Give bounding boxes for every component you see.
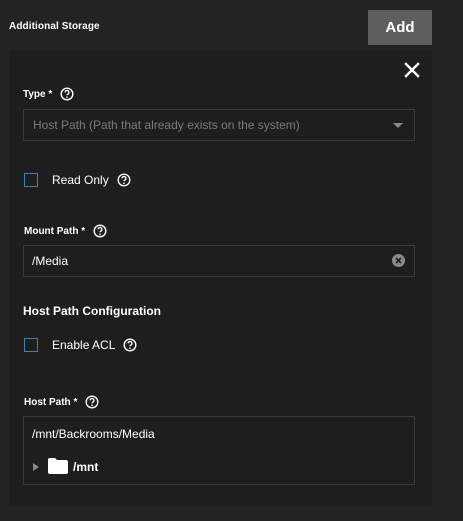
folder-icon xyxy=(48,458,68,474)
close-icon[interactable] xyxy=(404,62,420,78)
storage-item-card: Type * Host Path (Path that already exis… xyxy=(9,51,432,506)
host-path-value: /mnt/Backrooms/Media xyxy=(32,427,155,441)
add-button[interactable]: Add xyxy=(368,10,432,45)
type-label-text: Type * xyxy=(23,88,53,100)
host-path-input[interactable]: /mnt/Backrooms/Media xyxy=(23,416,415,450)
mount-path-label-text: Mount Path * xyxy=(24,225,86,237)
help-icon[interactable] xyxy=(93,224,107,238)
expand-arrow-icon[interactable] xyxy=(33,463,39,471)
read-only-label: Read Only xyxy=(52,173,109,187)
read-only-checkbox[interactable] xyxy=(24,173,38,187)
host-path-config-heading: Host Path Configuration xyxy=(23,304,161,318)
enable-acl-checkbox[interactable] xyxy=(24,338,38,352)
type-select-value: Host Path (Path that already exists on t… xyxy=(33,118,300,132)
help-icon[interactable] xyxy=(117,173,131,187)
help-icon[interactable] xyxy=(60,87,74,101)
help-icon[interactable] xyxy=(85,395,99,409)
mount-path-value: /Media xyxy=(32,254,69,268)
mount-path-input[interactable]: /Media xyxy=(23,245,415,277)
tree-node-mnt[interactable]: /mnt xyxy=(23,449,415,485)
mount-path-label: Mount Path * xyxy=(24,224,107,238)
tree-node-label: /mnt xyxy=(73,460,99,474)
help-icon[interactable] xyxy=(123,338,137,352)
enable-acl-label: Enable ACL xyxy=(52,338,116,352)
enable-acl-row: Enable ACL xyxy=(24,338,137,352)
clear-icon[interactable] xyxy=(392,254,405,267)
host-path-label-text: Host Path * xyxy=(24,396,78,408)
read-only-row: Read Only xyxy=(24,173,131,187)
host-path-label: Host Path * xyxy=(24,395,99,409)
section-title: Additional Storage xyxy=(9,21,100,32)
type-select[interactable]: Host Path (Path that already exists on t… xyxy=(23,109,415,141)
chevron-down-icon xyxy=(393,123,403,128)
type-label: Type * xyxy=(23,87,74,101)
